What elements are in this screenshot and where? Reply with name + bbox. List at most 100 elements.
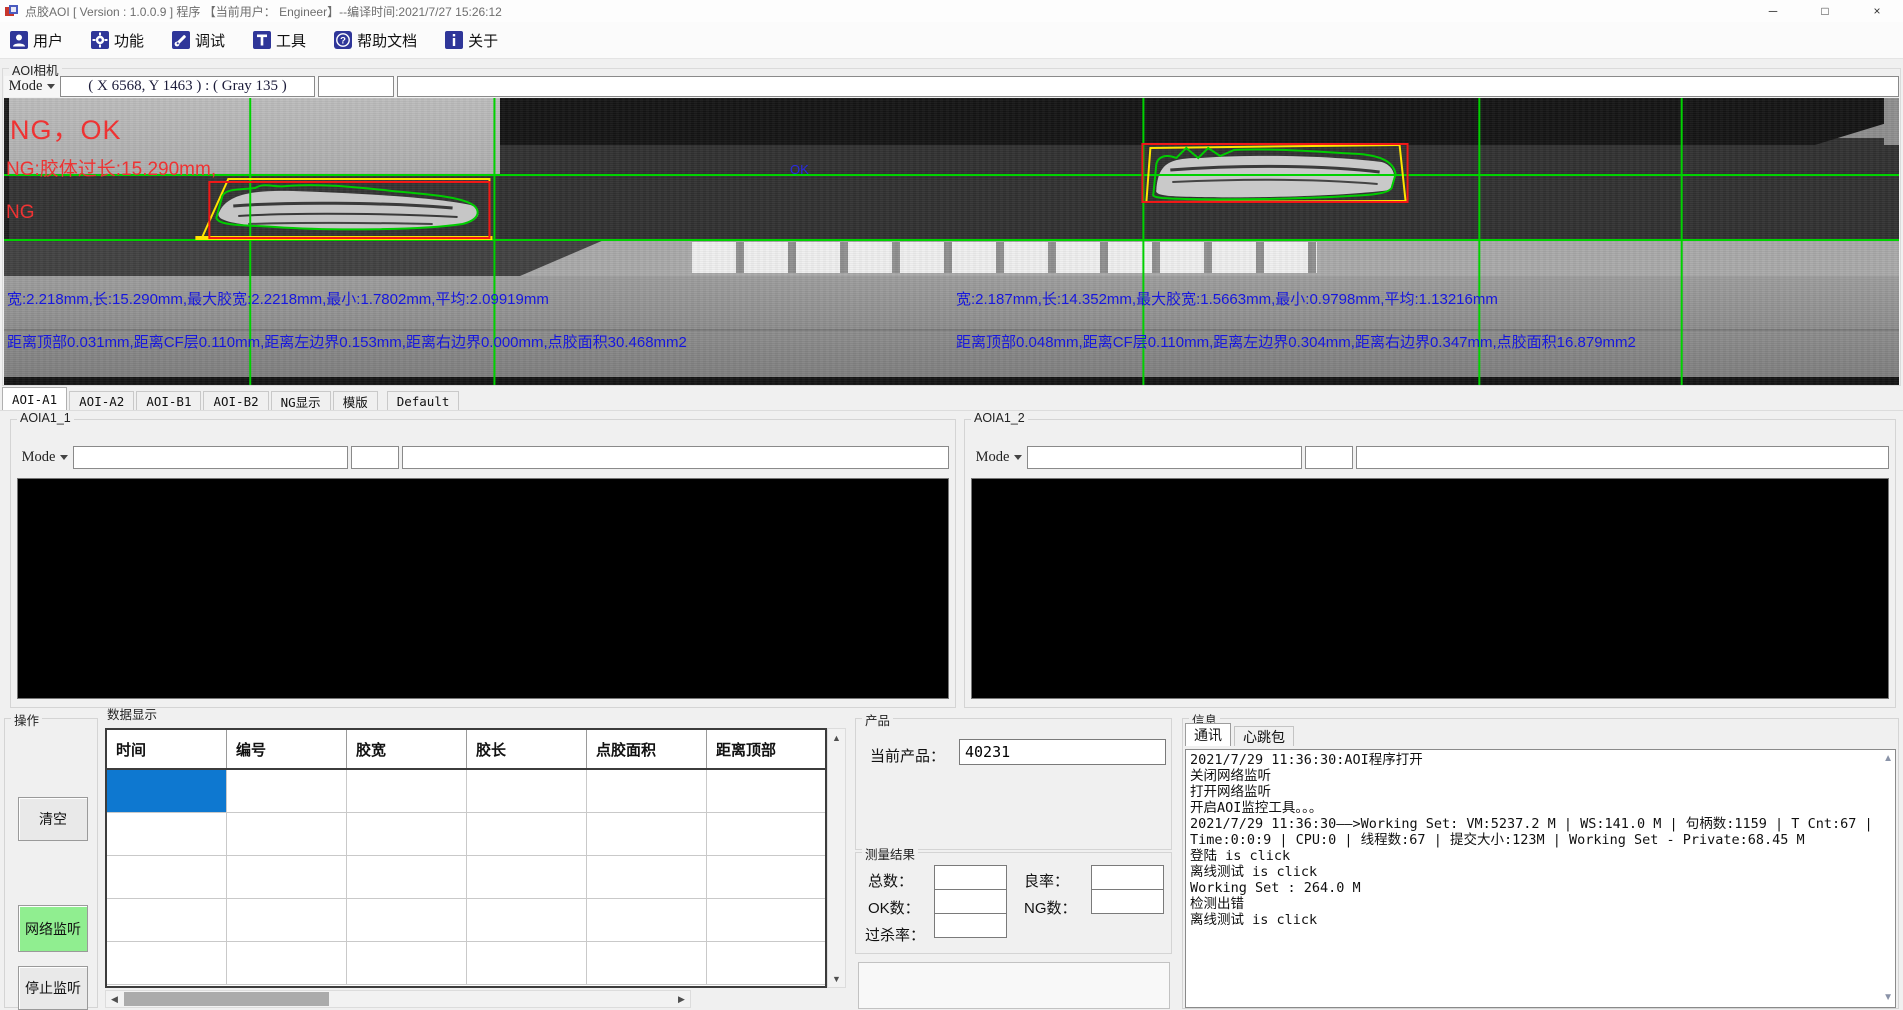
aoia1-2-image-view[interactable] [971, 478, 1889, 699]
tab-aoi-b1[interactable]: AOI-B1 [136, 391, 201, 411]
table-cell[interactable] [587, 770, 707, 812]
scroll-down-icon[interactable]: ▼ [1883, 992, 1893, 1003]
stop-listen-button[interactable]: 停止监听 [18, 966, 88, 1010]
aoia1-2-field-3[interactable] [1356, 446, 1889, 469]
aoia1-1-field-2[interactable] [351, 446, 399, 469]
tabpage-aoi-a1: AOIA1_1 Mode AOIA1_2 Mode [0, 410, 1903, 711]
camera-mode-field-2[interactable] [318, 76, 394, 97]
spare-panel [858, 962, 1170, 1009]
table-cell[interactable] [587, 813, 707, 855]
table-cell[interactable] [587, 899, 707, 941]
scroll-right-icon[interactable]: ▶ [673, 994, 690, 1005]
table-cell[interactable] [467, 899, 587, 941]
table-cell[interactable] [107, 856, 227, 898]
camera-mode-field-3[interactable] [397, 76, 1899, 97]
column-header-glue-area[interactable]: 点胶面积 [587, 730, 707, 768]
ok-count-field[interactable] [934, 889, 1007, 914]
aoia1-2-field-1[interactable] [1027, 446, 1302, 469]
aoia1-2-mode-dropdown[interactable]: Mode [971, 446, 1027, 469]
camera-image-view[interactable]: NG，OK NG:胶体过长:15.290mm, NG OK 宽:2.218mm,… [4, 98, 1899, 385]
table-cell[interactable] [227, 770, 347, 812]
table-cell[interactable] [467, 856, 587, 898]
tab-template[interactable]: 模版 [333, 391, 378, 411]
log-line: 检测出错 [1190, 896, 1879, 912]
overkill-rate-field[interactable] [934, 913, 1007, 938]
table-cell[interactable] [467, 813, 587, 855]
ok-label-text: OK [790, 162, 809, 177]
ng-count-field[interactable] [1091, 889, 1164, 914]
tab-aoi-b2[interactable]: AOI-B2 [203, 391, 268, 411]
table-cell[interactable] [707, 813, 825, 855]
ng-reason-text: NG:胶体过长:15.290mm, [6, 154, 216, 181]
scroll-up-icon[interactable]: ▲ [828, 729, 845, 746]
gear-icon [91, 31, 109, 49]
maximize-button[interactable]: □ [1799, 0, 1851, 22]
menu-item-about[interactable]: 关于 [445, 30, 498, 51]
scroll-up-icon[interactable]: ▲ [1883, 753, 1893, 764]
table-cell[interactable] [587, 942, 707, 984]
table-cell[interactable] [107, 813, 227, 855]
table-cell[interactable] [227, 856, 347, 898]
scroll-down-icon[interactable]: ▼ [828, 970, 845, 987]
window-controls: ─ □ × [1747, 0, 1903, 22]
table-selected-cell[interactable] [107, 770, 227, 812]
table-cell[interactable] [467, 770, 587, 812]
tab-comm[interactable]: 通讯 [1185, 723, 1231, 746]
total-count-field[interactable] [934, 865, 1007, 890]
yield-field[interactable] [1091, 865, 1164, 890]
table-cell[interactable] [227, 942, 347, 984]
measure-results-group-label: 测量结果 [862, 844, 918, 863]
table-cell[interactable] [707, 899, 825, 941]
aoia1-2-field-2[interactable] [1305, 446, 1353, 469]
aoia1-1-field-3[interactable] [402, 446, 949, 469]
camera-mode-dropdown[interactable]: Mode [4, 76, 60, 97]
menu-item-function[interactable]: 功能 [91, 30, 144, 51]
tab-heartbeat[interactable]: 心跳包 [1234, 726, 1294, 746]
column-header-id[interactable]: 编号 [227, 730, 347, 768]
menu-item-tools[interactable]: 工具 [253, 30, 306, 51]
menu-item-user[interactable]: 用户 [10, 30, 63, 51]
clear-button[interactable]: 清空 [18, 797, 88, 841]
svg-text:?: ? [340, 36, 346, 47]
table-cell[interactable] [707, 770, 825, 812]
scrollbar-thumb[interactable] [124, 992, 329, 1006]
network-listen-button[interactable]: 网络监听 [18, 905, 88, 952]
overkill-rate-label: 过杀率： [865, 924, 925, 945]
table-cell[interactable] [347, 899, 467, 941]
table-cell[interactable] [467, 942, 587, 984]
aoia1-1-mode-dropdown[interactable]: Mode [17, 446, 73, 469]
chevron-down-icon [1014, 455, 1022, 460]
comm-log[interactable]: 2021/7/29 11:36:30:AOI程序打开 关闭网络监听 打开网络监听… [1185, 749, 1896, 1008]
aoia1-1-image-view[interactable] [17, 478, 949, 699]
column-header-glue-length[interactable]: 胶长 [467, 730, 587, 768]
tab-aoi-a1[interactable]: AOI-A1 [2, 387, 67, 411]
operation-group-label: 操作 [11, 710, 42, 729]
tab-default[interactable]: Default [387, 391, 460, 411]
column-header-distance-top[interactable]: 距离顶部 [707, 730, 825, 768]
tab-ng-display[interactable]: NG显示 [271, 391, 331, 411]
table-cell[interactable] [107, 899, 227, 941]
table-cell[interactable] [227, 899, 347, 941]
scroll-left-icon[interactable]: ◀ [106, 994, 123, 1005]
table-cell[interactable] [347, 942, 467, 984]
table-cell[interactable] [107, 942, 227, 984]
table-cell[interactable] [707, 942, 825, 984]
log-line: 2021/7/29 11:36:30——>Working Set: VM:523… [1190, 816, 1879, 832]
menu-item-help[interactable]: ? 帮助文档 [334, 30, 417, 51]
aoia1-1-field-1[interactable] [73, 446, 348, 469]
current-product-input[interactable] [959, 739, 1166, 765]
minimize-button[interactable]: ─ [1747, 0, 1799, 22]
tab-aoi-a2[interactable]: AOI-A2 [69, 391, 134, 411]
column-header-time[interactable]: 时间 [107, 730, 227, 768]
close-button[interactable]: × [1851, 0, 1903, 22]
table-cell[interactable] [347, 856, 467, 898]
table-vertical-scrollbar[interactable]: ▲ ▼ [827, 728, 846, 988]
table-cell[interactable] [347, 770, 467, 812]
table-cell[interactable] [347, 813, 467, 855]
table-cell[interactable] [707, 856, 825, 898]
column-header-glue-width[interactable]: 胶宽 [347, 730, 467, 768]
menu-item-debug[interactable]: 调试 [172, 30, 225, 51]
table-cell[interactable] [227, 813, 347, 855]
table-horizontal-scrollbar[interactable]: ◀ ▶ [105, 990, 691, 1008]
table-cell[interactable] [587, 856, 707, 898]
